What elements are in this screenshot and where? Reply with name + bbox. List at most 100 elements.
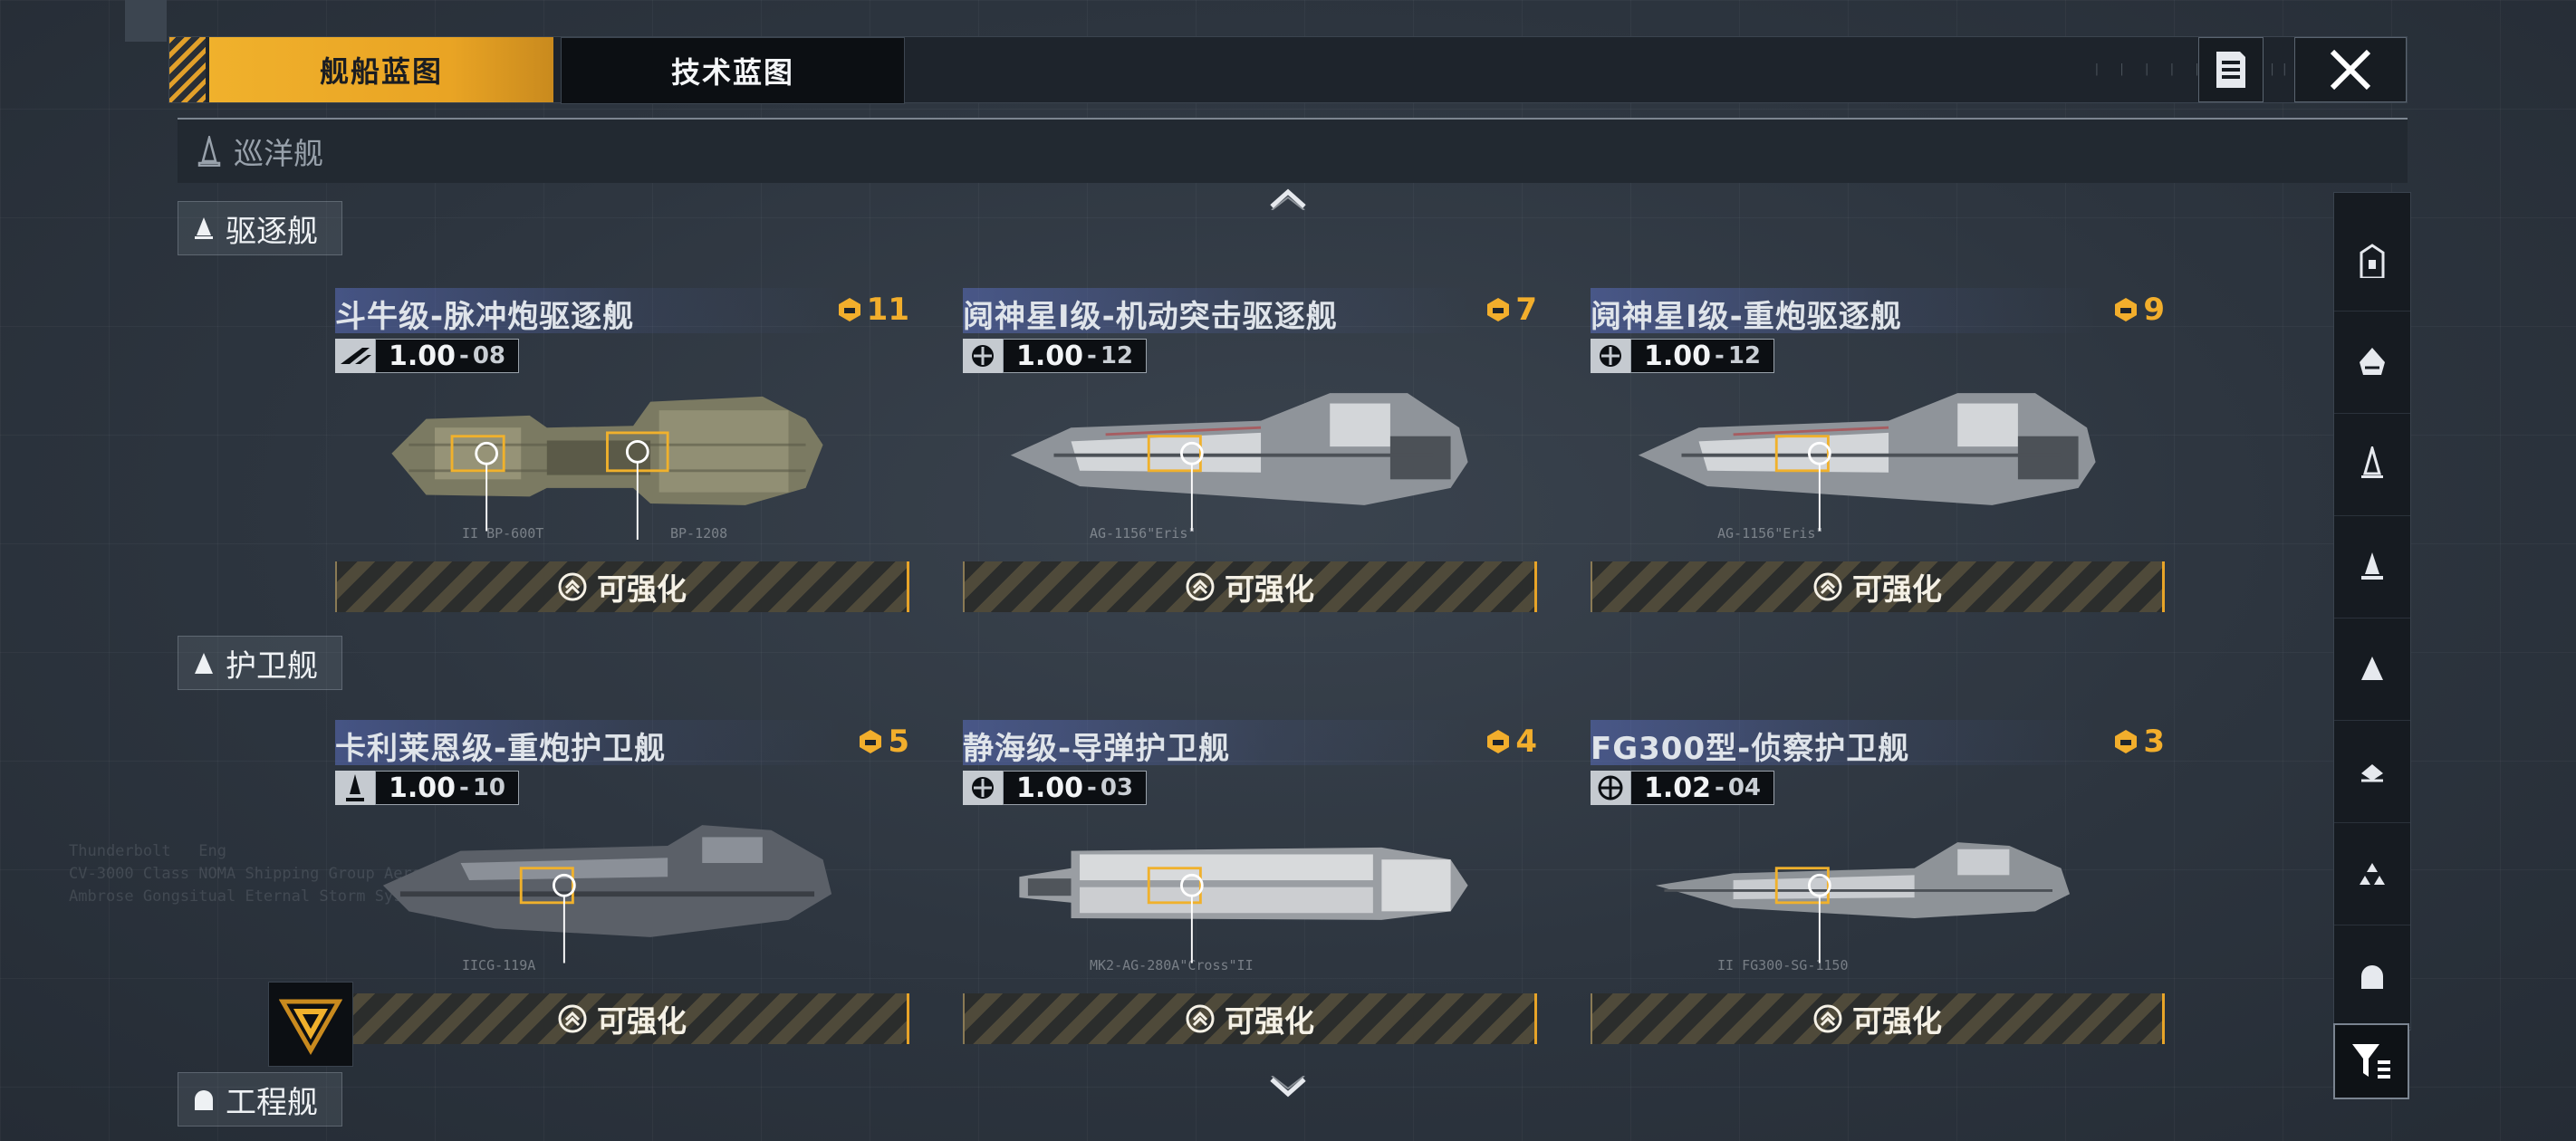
notes-button[interactable] — [2198, 37, 2264, 102]
blueprint-count: 4 — [1485, 724, 1537, 760]
ship-class-icon — [341, 348, 371, 364]
upgrade-chevron-icon — [558, 1004, 587, 1033]
ship-blueprint-card[interactable]: FG300型-侦察护卫舰 3 1.02 - 04 II FG300-SG-115… — [1591, 720, 2165, 1044]
blueprint-count: 7 — [1485, 292, 1537, 328]
rail-item-corvette[interactable] — [2334, 721, 2410, 823]
frigate-class-icon — [2361, 657, 2383, 680]
ship-blueprint-card[interactable]: 阋神星I级-重炮驱逐舰 9 1.00 - 12 AG-1156"Eris" 可强… — [1591, 288, 2165, 612]
section-label-engineering[interactable]: 工程舰 — [178, 1072, 342, 1127]
ship-class-icon — [972, 777, 994, 799]
ship-class-badge — [1591, 771, 1630, 805]
blueprint-count-value: 5 — [888, 724, 909, 760]
upgrade-chevron-icon — [558, 572, 587, 601]
enhance-label: 可强化 — [1225, 1003, 1314, 1039]
ship-blueprint-card[interactable]: 卡利莱恩级-重炮护卫舰 5 1.00 - 10 IICG-119A 可强化 — [335, 720, 909, 1044]
blueprint-count: 11 — [836, 292, 909, 328]
ship-blueprint-card[interactable]: 静海级-导弹护卫舰 4 1.00 - 03 MK2-AG-280A"Cross"… — [963, 720, 1537, 1044]
ship-illustration — [391, 396, 823, 540]
section-label-text: 工程舰 — [226, 1084, 318, 1121]
ship-name: 卡利莱恩级-重炮护卫舰 — [335, 731, 667, 767]
ship-class-filter-rail — [2333, 192, 2411, 1031]
hazard-stripe — [169, 37, 206, 102]
ship-illustration — [1655, 842, 2071, 964]
blueprint-count-icon — [860, 730, 882, 753]
rail-item-cruiser[interactable] — [2334, 414, 2410, 516]
featured-button[interactable] — [268, 982, 353, 1067]
ship-class-icon — [1598, 775, 1623, 801]
blueprint-count-value: 7 — [1515, 292, 1537, 328]
corner-decoration — [125, 0, 167, 42]
cruiser-class-icon — [2361, 446, 2383, 478]
blueprint-count-value: 4 — [1515, 724, 1537, 760]
blueprint-count: 5 — [857, 724, 909, 760]
rail-item-engineering[interactable] — [2334, 925, 2410, 1028]
tab-tech-blueprint[interactable]: 技术蓝图 — [561, 37, 905, 104]
ship-class-badge — [963, 339, 1003, 373]
top-tab-bar: 舰船蓝图 技术蓝图 | | | | | | ||||||||| — [168, 36, 2408, 104]
ship-class-badge — [335, 771, 375, 805]
corvette-class-icon — [2361, 764, 2383, 782]
category-header-cruiser[interactable]: 巡洋舰 — [178, 118, 2408, 183]
battleship-class-icon — [2360, 348, 2385, 375]
ship-part-tag: II BP-600T — [462, 525, 544, 542]
rail-item-battleship[interactable] — [2334, 312, 2410, 414]
notes-icon — [2216, 52, 2245, 88]
ship-class-badge — [1591, 339, 1630, 373]
blueprint-count-icon — [2115, 298, 2138, 321]
ship-blueprint-card[interactable]: 斗牛级-脉冲炮驱逐舰 11 1.00 - 08 II BP-600T BP-12… — [335, 288, 909, 612]
ship-name: FG300型-侦察护卫舰 — [1591, 731, 1910, 767]
enhance-button[interactable]: 可强化 — [335, 993, 909, 1044]
destroyer-class-icon — [2361, 552, 2383, 580]
ship-illustration — [382, 825, 832, 964]
upgrade-chevron-icon — [1813, 1004, 1842, 1033]
scroll-up-chevron-icon[interactable] — [1268, 187, 1308, 210]
upgrade-chevron-icon — [1813, 572, 1842, 601]
ship-class-icon — [346, 774, 364, 801]
enhance-button[interactable]: 可强化 — [963, 993, 1537, 1044]
ship-part-tag: AG-1156"Eris" — [1090, 525, 1197, 542]
filter-button[interactable] — [2333, 1023, 2409, 1099]
enhance-button[interactable]: 可强化 — [1591, 561, 2165, 612]
tab-ship-blueprint[interactable]: 舰船蓝图 — [209, 37, 553, 102]
enhance-label: 可强化 — [1852, 1003, 1942, 1039]
enhance-label: 可强化 — [597, 1003, 687, 1039]
ship-name: 静海级-导弹护卫舰 — [963, 731, 1231, 767]
blueprint-count: 3 — [2112, 724, 2165, 760]
rail-item-frigate[interactable] — [2334, 618, 2410, 721]
blueprint-count-icon — [2115, 730, 2138, 753]
blueprint-count-icon — [1487, 730, 1510, 753]
section-label-text: 驱逐舰 — [226, 213, 318, 250]
fighter-class-icon — [2360, 863, 2385, 885]
blueprint-count-icon — [838, 298, 860, 321]
ship-class-icon — [972, 345, 994, 367]
rail-item-destroyer[interactable] — [2334, 516, 2410, 618]
ship-illustration — [1638, 393, 2096, 532]
enhance-label: 可强化 — [1852, 571, 1942, 607]
close-button[interactable] — [2294, 37, 2407, 102]
ship-blueprint-card[interactable]: 阋神星I级-机动突击驱逐舰 7 1.00 - 12 AG-1156"Eris" … — [963, 288, 1537, 612]
rail-item-fighter[interactable] — [2334, 823, 2410, 925]
enhance-button[interactable]: 可强化 — [1591, 993, 2165, 1044]
filter-icon — [2352, 1044, 2390, 1079]
ship-class-badge — [335, 339, 375, 373]
blueprint-count: 9 — [2112, 292, 2165, 328]
blueprint-count-value: 3 — [2143, 724, 2165, 760]
cruiser-icon — [197, 136, 221, 167]
carrier-class-icon — [2360, 244, 2385, 278]
rail-item-carrier[interactable] — [2334, 209, 2410, 312]
ship-part-tag: BP-1208 — [670, 525, 728, 542]
triangle-emblem-icon — [279, 999, 342, 1056]
section-label-destroyer[interactable]: 驱逐舰 — [178, 201, 342, 255]
enhance-button[interactable]: 可强化 — [963, 561, 1537, 612]
close-icon — [2330, 49, 2371, 91]
scroll-down-chevron-icon[interactable] — [1268, 1076, 1308, 1099]
frigate-icon — [195, 653, 213, 674]
ship-part-tag: II FG300-SG-1150 — [1717, 957, 1849, 973]
enhance-label: 可强化 — [1225, 571, 1314, 607]
blueprint-count-value: 9 — [2143, 292, 2165, 328]
section-label-frigate[interactable]: 护卫舰 — [178, 636, 342, 690]
enhance-button[interactable]: 可强化 — [335, 561, 909, 612]
ship-name: 斗牛级-脉冲炮驱逐舰 — [335, 299, 635, 335]
destroyer-icon — [195, 217, 213, 239]
ship-class-icon — [1600, 345, 1621, 367]
